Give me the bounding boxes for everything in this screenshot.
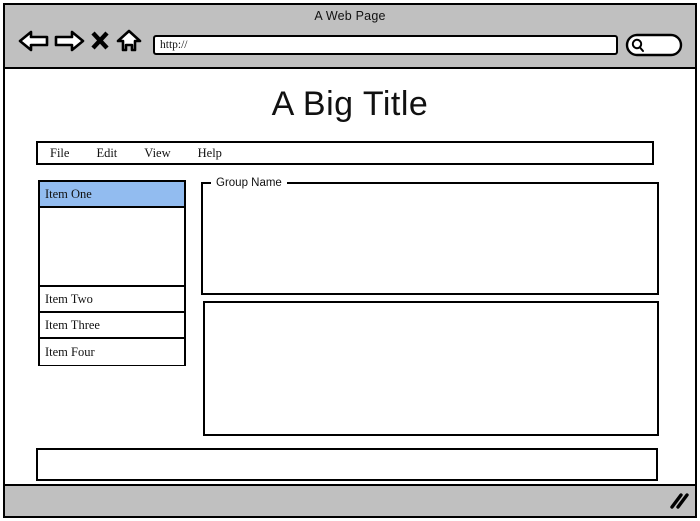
group-box-frame: Group Name [201, 177, 659, 295]
back-icon[interactable] [17, 27, 51, 55]
list-box[interactable]: Item One Item Two Item Three Item Four [38, 180, 186, 366]
list-item[interactable]: Item Four [40, 339, 184, 365]
stop-icon[interactable] [87, 27, 113, 55]
list-empty-area[interactable] [40, 208, 184, 287]
menu-item-file[interactable]: File [50, 146, 69, 161]
group-box-legend: Group Name [216, 177, 282, 189]
status-bar [5, 484, 695, 516]
mockup-root: A Web Page http:// A Big Title File Edit… [0, 0, 700, 521]
group-box: Group Name [201, 177, 659, 295]
home-icon[interactable] [114, 27, 144, 55]
url-bar[interactable]: http:// [153, 35, 618, 55]
list-item[interactable]: Item Two [40, 287, 184, 313]
forward-icon[interactable] [52, 27, 86, 55]
menu-item-help[interactable]: Help [198, 146, 222, 161]
content-panel[interactable] [203, 301, 659, 436]
search-input[interactable] [625, 33, 683, 57]
resize-grip-icon[interactable] [667, 491, 689, 511]
menu-item-view[interactable]: View [144, 146, 170, 161]
bottom-panel[interactable] [36, 448, 658, 481]
browser-chrome: A Web Page http:// [5, 5, 695, 69]
window-title: A Web Page [314, 9, 386, 23]
menu-bar[interactable]: File Edit View Help [36, 141, 654, 165]
url-input[interactable]: http:// [160, 39, 187, 51]
list-item[interactable]: Item Three [40, 313, 184, 339]
menu-item-edit[interactable]: Edit [96, 146, 117, 161]
browser-nav-toolbar [17, 27, 144, 55]
browser-window: A Web Page http:// A Big Title File Edit… [3, 3, 697, 518]
page-content: A Big Title File Edit View Help Item One… [5, 69, 695, 484]
page-title: A Big Title [271, 85, 429, 123]
list-item[interactable]: Item One [40, 182, 184, 208]
